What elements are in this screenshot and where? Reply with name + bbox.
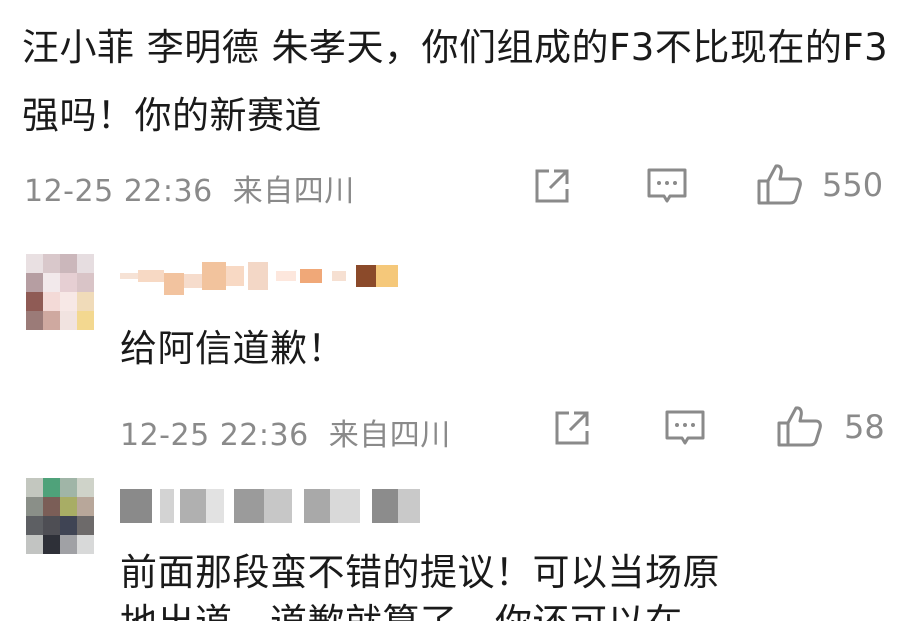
like-icon[interactable] xyxy=(776,404,824,448)
main-comment-time: 12-25 22:36 xyxy=(24,174,213,209)
comment-icon[interactable] xyxy=(646,166,688,208)
like-icon[interactable] xyxy=(756,162,804,206)
share-icon[interactable] xyxy=(532,166,572,206)
main-comment-meta: 12-25 22:36 来自四川 xyxy=(24,166,355,210)
share-icon[interactable] xyxy=(552,408,592,448)
main-like-count: 550 xyxy=(822,166,884,204)
reply-like-count: 58 xyxy=(844,408,885,446)
avatar[interactable] xyxy=(26,254,94,330)
reply-text: 前面那段蛮不错的提议！可以当场原 xyxy=(120,551,720,594)
reply-text-partial: 地出道，道歉就算了，你还可以在 xyxy=(120,598,683,621)
username[interactable] xyxy=(120,486,420,526)
main-comment-text: 汪小菲 李明德 朱孝天，你们组成的F3不比现在的F3强吗！你的新赛道 xyxy=(22,26,889,137)
comment-icon[interactable] xyxy=(664,408,706,450)
reply-location: 来自四川 xyxy=(328,418,451,453)
username[interactable] xyxy=(120,256,398,296)
reply-time: 12-25 22:36 xyxy=(120,418,309,453)
main-comment-location: 来自四川 xyxy=(232,174,355,209)
avatar[interactable] xyxy=(26,478,94,554)
reply-meta: 12-25 22:36 来自四川 xyxy=(120,410,451,454)
reply-text: 给阿信道歉！ xyxy=(120,327,345,370)
